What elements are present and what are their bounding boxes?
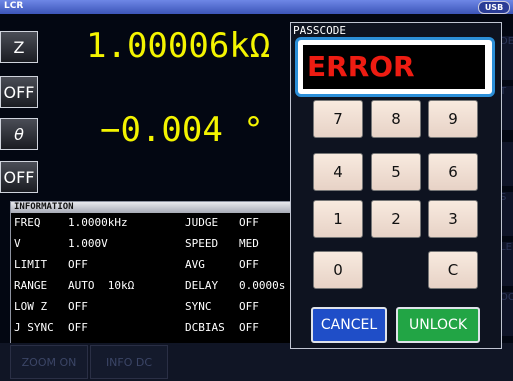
information-panel: INFORMATION FREQ 1.0000kHz V 1.000V LIMI…: [10, 201, 304, 345]
info-label-delay: DELAY: [185, 279, 219, 292]
key-1[interactable]: 1: [313, 200, 363, 238]
key-6[interactable]: 6: [428, 153, 478, 191]
info-value-avg: OFF: [239, 258, 259, 271]
info-label-sync: SYNC: [185, 300, 212, 313]
info-label-dcbias: DCBIAS: [185, 321, 225, 334]
info-label-limit: LIMIT: [14, 258, 48, 271]
info-value-delay: 0.0000s: [239, 279, 286, 292]
zoom-button[interactable]: ZOOM ON: [10, 345, 88, 379]
key-clear[interactable]: C: [428, 251, 478, 289]
param-4-button[interactable]: OFF: [0, 161, 38, 193]
passcode-display-frame: ERROR: [295, 37, 495, 97]
info-dc-button[interactable]: INFO DC: [90, 345, 168, 379]
info-value-judge: OFF: [239, 216, 259, 229]
info-value-dcbias: OFF: [239, 321, 259, 334]
info-value-v: 1.000V: [68, 237, 108, 250]
param-2-button[interactable]: OFF: [0, 76, 38, 108]
info-value-freq: 1.0000kHz: [68, 216, 128, 229]
key-7[interactable]: 7: [313, 100, 363, 138]
info-label-jsync: J SYNC: [14, 321, 54, 334]
info-label-avg: AVG: [185, 258, 205, 271]
key-2[interactable]: 2: [371, 200, 421, 238]
key-0[interactable]: 0: [313, 251, 363, 289]
info-label-speed: SPEED: [185, 237, 219, 250]
info-label-lowz: LOW Z: [14, 300, 48, 313]
info-value-range: AUTO 10kΩ: [68, 279, 135, 292]
info-label-freq: FREQ: [14, 216, 41, 229]
param-3-button[interactable]: θ: [0, 118, 38, 150]
unlock-button[interactable]: UNLOCK: [396, 307, 480, 343]
cancel-button[interactable]: CANCEL: [311, 307, 387, 343]
passcode-display: ERROR: [303, 45, 485, 89]
info-label-judge: JUDGE: [185, 216, 219, 229]
info-value-lowz: OFF: [68, 300, 88, 313]
key-8[interactable]: 8: [371, 100, 421, 138]
phase-value: −0.004 °: [100, 110, 264, 150]
title-bar: LCR USB: [0, 0, 513, 14]
passcode-dialog: PASSCODE ERROR 7 8 9 4 5 6 1 2 3 0 C CAN…: [290, 22, 502, 349]
app-title: LCR: [4, 1, 24, 11]
info-value-jsync: OFF: [68, 321, 88, 334]
info-value-sync: OFF: [239, 300, 259, 313]
info-label-v: V: [14, 237, 21, 250]
dialog-title: PASSCODE: [293, 24, 346, 37]
info-value-speed: MED: [239, 237, 259, 250]
impedance-value: 1.00006kΩ: [86, 26, 271, 66]
info-header: INFORMATION: [11, 202, 303, 213]
key-4[interactable]: 4: [313, 153, 363, 191]
key-5[interactable]: 5: [371, 153, 421, 191]
key-9[interactable]: 9: [428, 100, 478, 138]
usb-status-badge: USB: [478, 1, 510, 14]
param-1-button[interactable]: Z: [0, 31, 38, 63]
key-3[interactable]: 3: [428, 200, 478, 238]
info-label-range: RANGE: [14, 279, 48, 292]
info-value-limit: OFF: [68, 258, 88, 271]
